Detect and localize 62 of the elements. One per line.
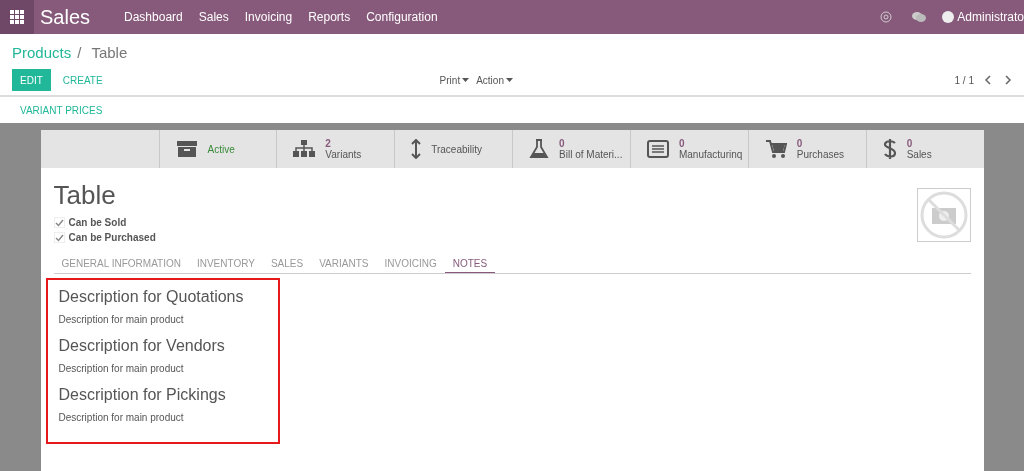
tab[interactable]: INVOICING: [376, 254, 445, 273]
stat-label: Variants: [325, 149, 362, 160]
stat-button[interactable]: 0 Manufacturinq: [629, 130, 748, 168]
dollar-icon: [882, 138, 897, 160]
description-text: Description for main product: [58, 313, 185, 327]
stat-count: 2: [325, 138, 332, 149]
menu-item[interactable]: Configuration: [366, 8, 438, 26]
stat-count: 0: [906, 138, 914, 149]
product-name: Table: [53, 179, 117, 212]
pager-counter: 1 / 1: [954, 73, 974, 88]
caret-icon: [505, 78, 513, 82]
stat-label: Purchases: [796, 149, 845, 160]
list-card-icon: [646, 140, 669, 158]
menu-item[interactable]: Dashboard: [124, 8, 183, 26]
tab[interactable]: GENERAL INFORMATION: [53, 254, 189, 273]
stat-count: 0: [559, 138, 566, 149]
checkbox[interactable]: [53, 231, 65, 243]
menu-item[interactable]: Sales: [198, 8, 229, 26]
sitemap-icon: [293, 140, 316, 158]
caret-icon: [462, 78, 470, 82]
tab[interactable]: INVENTORY: [188, 254, 263, 273]
apps-menu-icon[interactable]: [0, 0, 34, 34]
menu-item[interactable]: Reports: [308, 8, 351, 26]
chat-icon[interactable]: [912, 11, 927, 23]
stat-button[interactable]: Traceability: [394, 130, 513, 168]
cart-icon: [764, 139, 787, 159]
stat-button[interactable]: 0 Purchases: [747, 130, 866, 168]
description-text: Description for main product: [58, 411, 185, 425]
next-icon[interactable]: [1004, 75, 1012, 85]
stat-button[interactable]: 0 Bill of Materi...: [512, 130, 630, 168]
previous-icon[interactable]: [984, 75, 992, 85]
archive-icon: [175, 140, 198, 158]
user-menu[interactable]: Administrato: [957, 8, 1024, 26]
stat-label: Manufacturinq: [678, 149, 743, 160]
breadcrumb-separator: /: [77, 42, 82, 63]
menu-item[interactable]: Invoicing: [244, 8, 293, 26]
stat-button[interactable]: 0 Sales: [865, 130, 984, 168]
stat-label: Bill of Materi...: [559, 149, 623, 160]
tab[interactable]: NOTES: [444, 254, 496, 273]
action-dropdown[interactable]: Action: [476, 72, 513, 88]
checkbox-label: Can be Sold: [68, 215, 127, 230]
app-title: Sales: [40, 5, 91, 30]
stat-label: Traceability: [431, 143, 482, 155]
checkbox-label: Can be Purchased: [68, 230, 156, 245]
section-heading: Description for Quotations: [58, 287, 245, 307]
stat-button[interactable]: 2 Variants: [276, 130, 395, 168]
stat-label: Sales: [906, 149, 932, 160]
flask-icon: [529, 139, 550, 159]
vertical-arrows-icon: [411, 139, 422, 159]
description-text: Description for main product: [58, 362, 185, 376]
checkbox[interactable]: [53, 216, 65, 228]
breadcrumb-current: Table: [91, 42, 128, 63]
stat-label: Active: [207, 143, 235, 155]
stat-button[interactable]: Active: [158, 130, 277, 168]
tab[interactable]: SALES: [262, 254, 312, 273]
section-heading: Description for Pickings: [58, 385, 227, 405]
print-dropdown[interactable]: Print: [439, 72, 470, 88]
tab[interactable]: VARIANTS: [311, 254, 377, 273]
section-heading: Description for Vendors: [58, 336, 226, 356]
stat-count: 0: [678, 138, 686, 149]
avatar-icon: [942, 11, 955, 23]
stat-count: 0: [796, 138, 804, 149]
